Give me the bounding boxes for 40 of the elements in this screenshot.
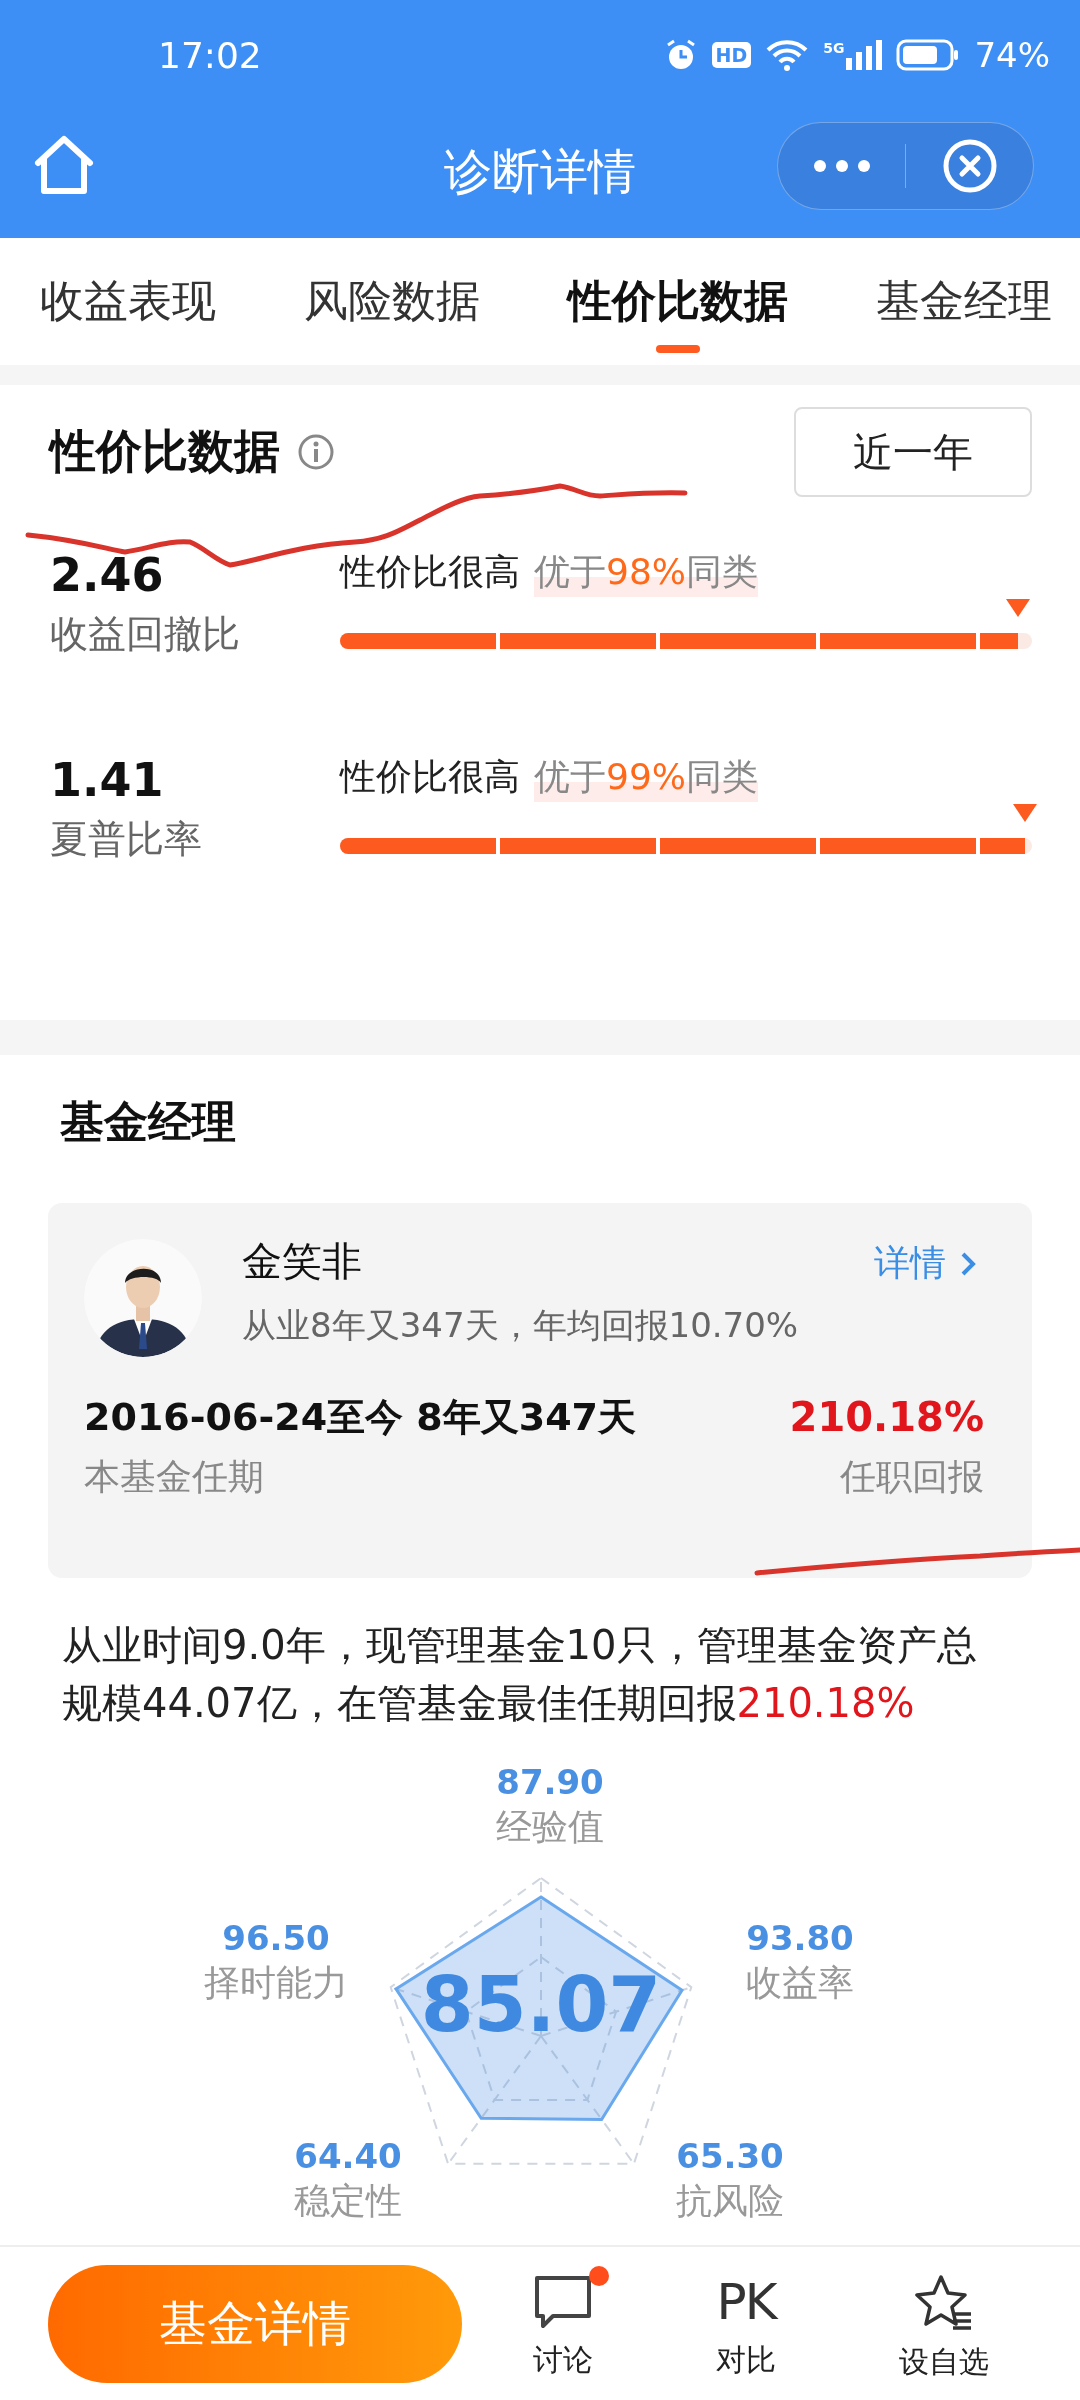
dimension-score: 87.90 [496,1761,604,1804]
return-label: 任职回报 [840,1455,984,1499]
status-time: 17:02 [158,34,263,76]
compare-icon: PK [716,2274,776,2330]
dimension-label: 抗风险 [676,2179,784,2223]
tab[interactable]: 收益表现 [40,238,216,365]
network-type: 5G [823,40,845,56]
metric-value: 1.41 [50,752,165,808]
section-title: 基金经理 [59,1095,237,1149]
toolbar-action[interactable]: PK 对比 [700,2264,792,2383]
toolbar-action[interactable]: 讨论 [517,2264,610,2383]
tenure-label: 本基金任期 [84,1455,265,1499]
metric-name: 收益回撤比 [50,611,241,658]
dimension-score: 64.40 [294,2135,402,2178]
dimension-score: 96.50 [222,1917,330,1960]
toolbar-action[interactable]: 设自选 [882,2264,1005,2383]
dimension-label: 收益率 [746,1961,854,2005]
tab[interactable]: 风险数据 [304,238,480,365]
overall-score: 85.07 [420,1959,662,2049]
metric-value: 2.46 [50,547,165,603]
dimension-label: 经验值 [496,1805,604,1849]
manager-description: 从业时间9.0年，现管理基金10只，管理基金资产总规模44.07亿，在管基金最佳任期回报210.18% [62,1621,978,1728]
tenure-period: 2016-06-24至今 8年又347天 [84,1394,637,1441]
metric-verdict: 性价比很高 [340,550,520,594]
hd-badge: HD [711,42,752,68]
tab[interactable]: 基金经理 [876,238,1052,365]
manager-name: 金笑非 [242,1237,363,1286]
dimension-label: 稳定性 [294,2179,402,2223]
metric-verdict: 性价比很高 [340,755,520,799]
tenure-return: 210.18% [789,1393,984,1442]
tab[interactable]: 性价比数据 [568,238,788,365]
section-title: 性价比数据 [50,423,280,480]
period-button[interactable]: 近一年 [794,407,1032,497]
dimension-score: 65.30 [676,2135,784,2178]
dimension-score: 93.80 [746,1917,854,1960]
manager-summary: 从业8年又347天，年均回报10.70% [242,1304,800,1347]
metric-name: 夏普比率 [50,816,203,863]
battery-percent: 74% [974,35,1050,75]
page-title: 诊断详情 [444,143,636,199]
dimension-label: 择时能力 [204,1961,348,2005]
